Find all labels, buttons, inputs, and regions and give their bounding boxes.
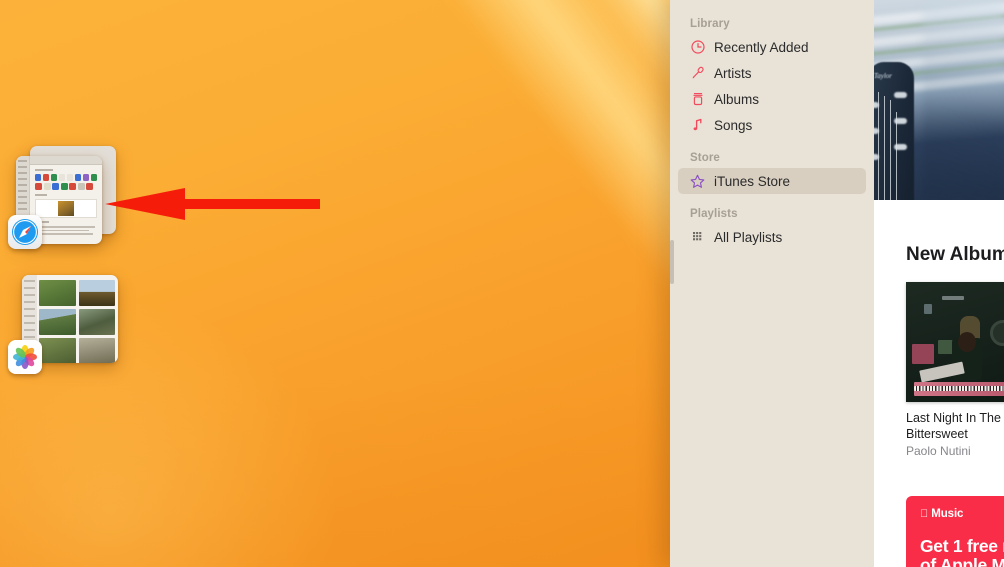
sidebar-item-label: Albums bbox=[714, 91, 760, 107]
wallpaper-shade bbox=[0, 377, 670, 567]
apple-logo-icon:  bbox=[920, 508, 928, 520]
album-stack-icon bbox=[690, 92, 705, 107]
sidebar-item-all-playlists[interactable]: All Playlists bbox=[678, 224, 866, 250]
sidebar-item-recently-added[interactable]: Recently Added bbox=[678, 34, 866, 60]
microphone-icon bbox=[690, 66, 705, 81]
sidebar-item-artists[interactable]: Artists bbox=[678, 60, 866, 86]
clock-icon bbox=[690, 40, 705, 55]
sidebar-item-albums[interactable]: Albums bbox=[678, 86, 866, 112]
sidebar-header-playlists: Playlists bbox=[690, 208, 738, 220]
sidebar-item-songs[interactable]: Songs bbox=[678, 112, 866, 138]
promo-headline-line-2: of Apple Mu bbox=[920, 555, 1004, 567]
grid-squares-icon bbox=[690, 230, 705, 245]
sidebar-item-label: Recently Added bbox=[714, 39, 809, 55]
sidebar-item-label: Artists bbox=[714, 65, 752, 81]
sidebar-item-label: Songs bbox=[714, 117, 753, 133]
album-artist[interactable]: Paolo Nutini bbox=[906, 444, 971, 458]
red-arrow-annotation bbox=[105, 188, 320, 220]
safari-compass-icon[interactable] bbox=[8, 215, 42, 249]
sidebar-item-label: All Playlists bbox=[714, 229, 783, 245]
desktop-wallpaper[interactable] bbox=[0, 0, 670, 567]
promo-headline-line-1: Get 1 free m bbox=[920, 536, 1004, 556]
sidebar-header-store: Store bbox=[690, 152, 720, 164]
sidebar-scrollbar[interactable] bbox=[670, 240, 674, 284]
section-title-new-albums: New Albums bbox=[906, 244, 1004, 265]
sidebar-item-itunes-store[interactable]: iTunes Store bbox=[678, 168, 866, 194]
sidebar-header-library: Library bbox=[690, 18, 730, 30]
music-note-icon bbox=[690, 118, 705, 133]
star-icon bbox=[690, 174, 705, 189]
album-artwork[interactable] bbox=[906, 282, 1004, 402]
apple-music-logo:  Music bbox=[920, 508, 1004, 520]
apple-music-promo-banner[interactable]:  Music Get 1 free m of Apple Mu bbox=[906, 496, 1004, 567]
hero-guitar-image: Taylor bbox=[874, 0, 1004, 200]
music-app-window[interactable]: Library Recently Added Artists Albums So… bbox=[670, 0, 1004, 567]
album-title[interactable]: Last Night In The Bittersweet bbox=[906, 410, 1004, 442]
music-content-pane[interactable]: Taylor New Albums bbox=[874, 0, 1004, 567]
photos-grid bbox=[39, 280, 115, 363]
guitar-headstock: Taylor bbox=[874, 62, 914, 200]
music-sidebar[interactable]: Library Recently Added Artists Albums So… bbox=[670, 0, 874, 567]
guitar-brand-label: Taylor bbox=[874, 72, 893, 80]
sidebar-item-label: iTunes Store bbox=[714, 173, 791, 189]
minimized-window-photos[interactable] bbox=[0, 265, 140, 385]
apple-music-wordmark: Music bbox=[923, 508, 963, 520]
photos-pinwheel-icon[interactable] bbox=[8, 340, 42, 374]
